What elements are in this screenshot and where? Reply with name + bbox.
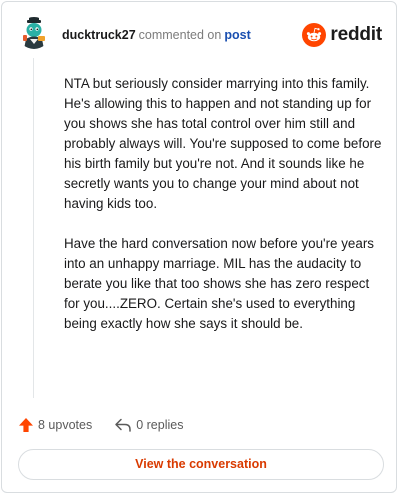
comment-meta: ducktruck27 commented on post [62, 27, 251, 43]
username-link[interactable]: ducktruck27 [62, 28, 136, 42]
reddit-logo[interactable]: reddit [302, 23, 382, 47]
thread-line [33, 58, 34, 398]
upvotes-action[interactable]: 8 upvotes [18, 417, 92, 433]
user-avatar[interactable] [18, 17, 50, 49]
upvotes-count: 8 upvotes [38, 418, 93, 432]
comment-body: NTA but seriously consider marrying into… [64, 74, 386, 354]
post-link[interactable]: post [224, 28, 250, 42]
comment-paragraph: Have the hard conversation now before yo… [64, 236, 374, 331]
upvote-arrow-icon [19, 418, 33, 432]
comment-paragraph: NTA but seriously consider marrying into… [64, 76, 382, 211]
replies-action[interactable]: 0 replies [114, 417, 183, 433]
reddit-wordmark: reddit [330, 24, 382, 45]
reply-arrow-icon [115, 418, 131, 432]
commented-on-text: commented on [138, 28, 222, 42]
comment-header: ducktruck27 commented on post reddit [18, 17, 382, 51]
replies-count: 0 replies [136, 418, 184, 432]
view-conversation-button[interactable]: View the conversation [18, 449, 384, 480]
avatar-image [18, 17, 50, 49]
comment-embed-card: ducktruck27 commented on post reddit NTA b… [1, 1, 397, 493]
comment-actions: 8 upvotes 0 replies [18, 414, 183, 436]
reddit-snoo-icon [302, 23, 327, 47]
